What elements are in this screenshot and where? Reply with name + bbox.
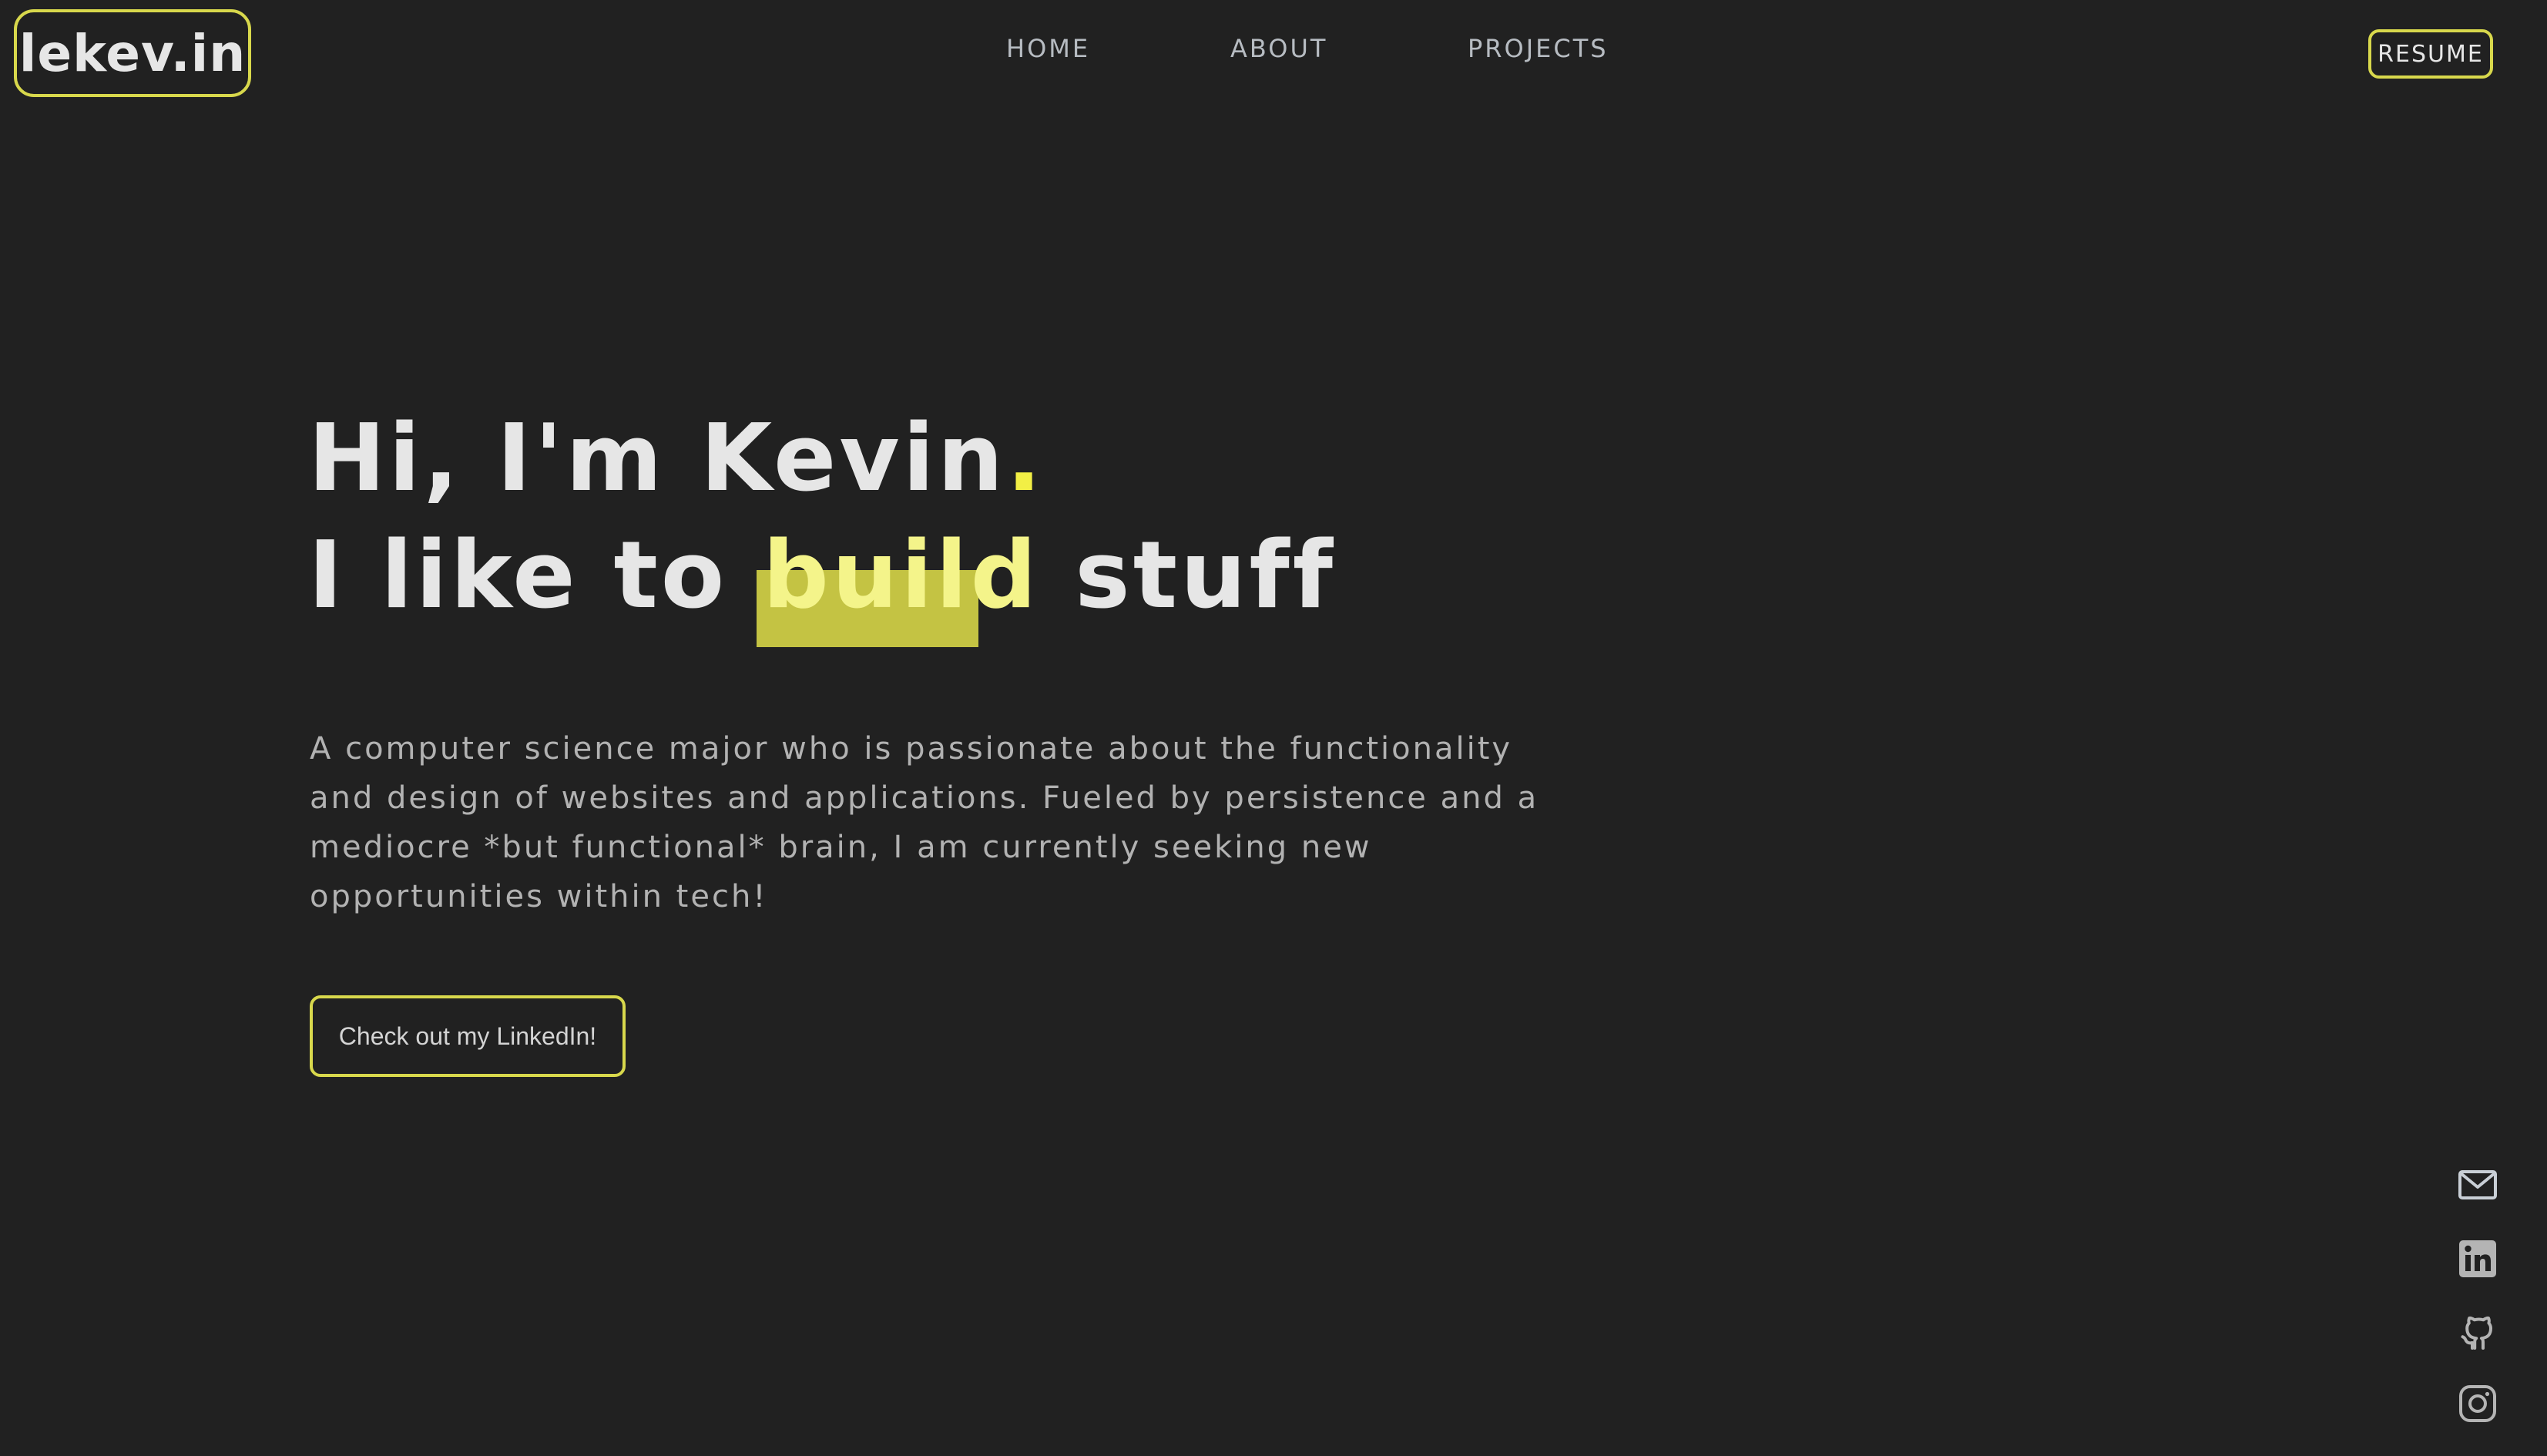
resume-button-label: RESUME: [2378, 40, 2484, 68]
nav-projects-link[interactable]: PROJECTS: [1468, 34, 1609, 63]
nav-about-link[interactable]: ABOUT: [1230, 34, 1327, 63]
linkedin-icon[interactable]: [2458, 1239, 2498, 1279]
hero-tagline-prefix: I like to: [308, 522, 763, 629]
hero-tagline-suffix: stuff: [1039, 522, 1336, 629]
hero-tagline: I like to build stuff: [308, 530, 1336, 647]
nav-home-link[interactable]: HOME: [1006, 34, 1090, 63]
hero-tagline-highlight: build: [757, 530, 1040, 647]
linkedin-cta-label: Check out my LinkedIn!: [338, 1022, 597, 1050]
main-nav: HOME ABOUT PROJECTS: [0, 34, 2547, 72]
hero-greeting-dot: .: [1006, 405, 1045, 512]
hero-greeting-text: Hi, I'm Kevin: [308, 405, 1007, 512]
linkedin-cta-button[interactable]: Check out my LinkedIn!: [310, 995, 626, 1077]
github-icon[interactable]: [2458, 1311, 2498, 1351]
instagram-icon[interactable]: [2458, 1384, 2498, 1424]
hero-tagline-highlight-text: build: [763, 522, 1040, 629]
hero-greeting: Hi, I'm Kevin.: [308, 413, 1045, 505]
mail-icon[interactable]: [2458, 1165, 2498, 1205]
hero-description: A computer science major who is passiona…: [310, 731, 1539, 914]
resume-button[interactable]: RESUME: [2368, 29, 2493, 79]
